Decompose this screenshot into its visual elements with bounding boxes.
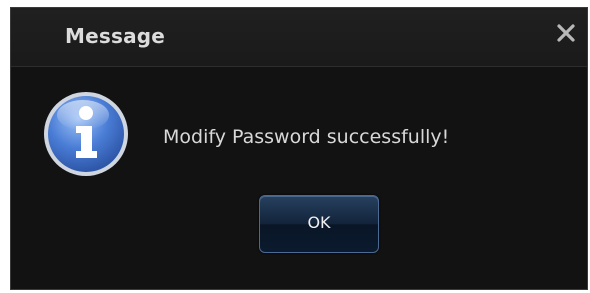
ok-button[interactable]: OK (259, 195, 379, 253)
message-dialog: Message Modify Password successfully! OK (10, 7, 588, 290)
dialog-message: Modify Password successfully! (163, 126, 450, 148)
ok-button-label: OK (307, 212, 331, 232)
dialog-titlebar[interactable]: Message (11, 8, 587, 67)
dialog-body: Modify Password successfully! OK (11, 67, 587, 289)
close-icon[interactable] (551, 18, 581, 48)
info-icon (41, 89, 131, 179)
dialog-title: Message (65, 24, 166, 48)
